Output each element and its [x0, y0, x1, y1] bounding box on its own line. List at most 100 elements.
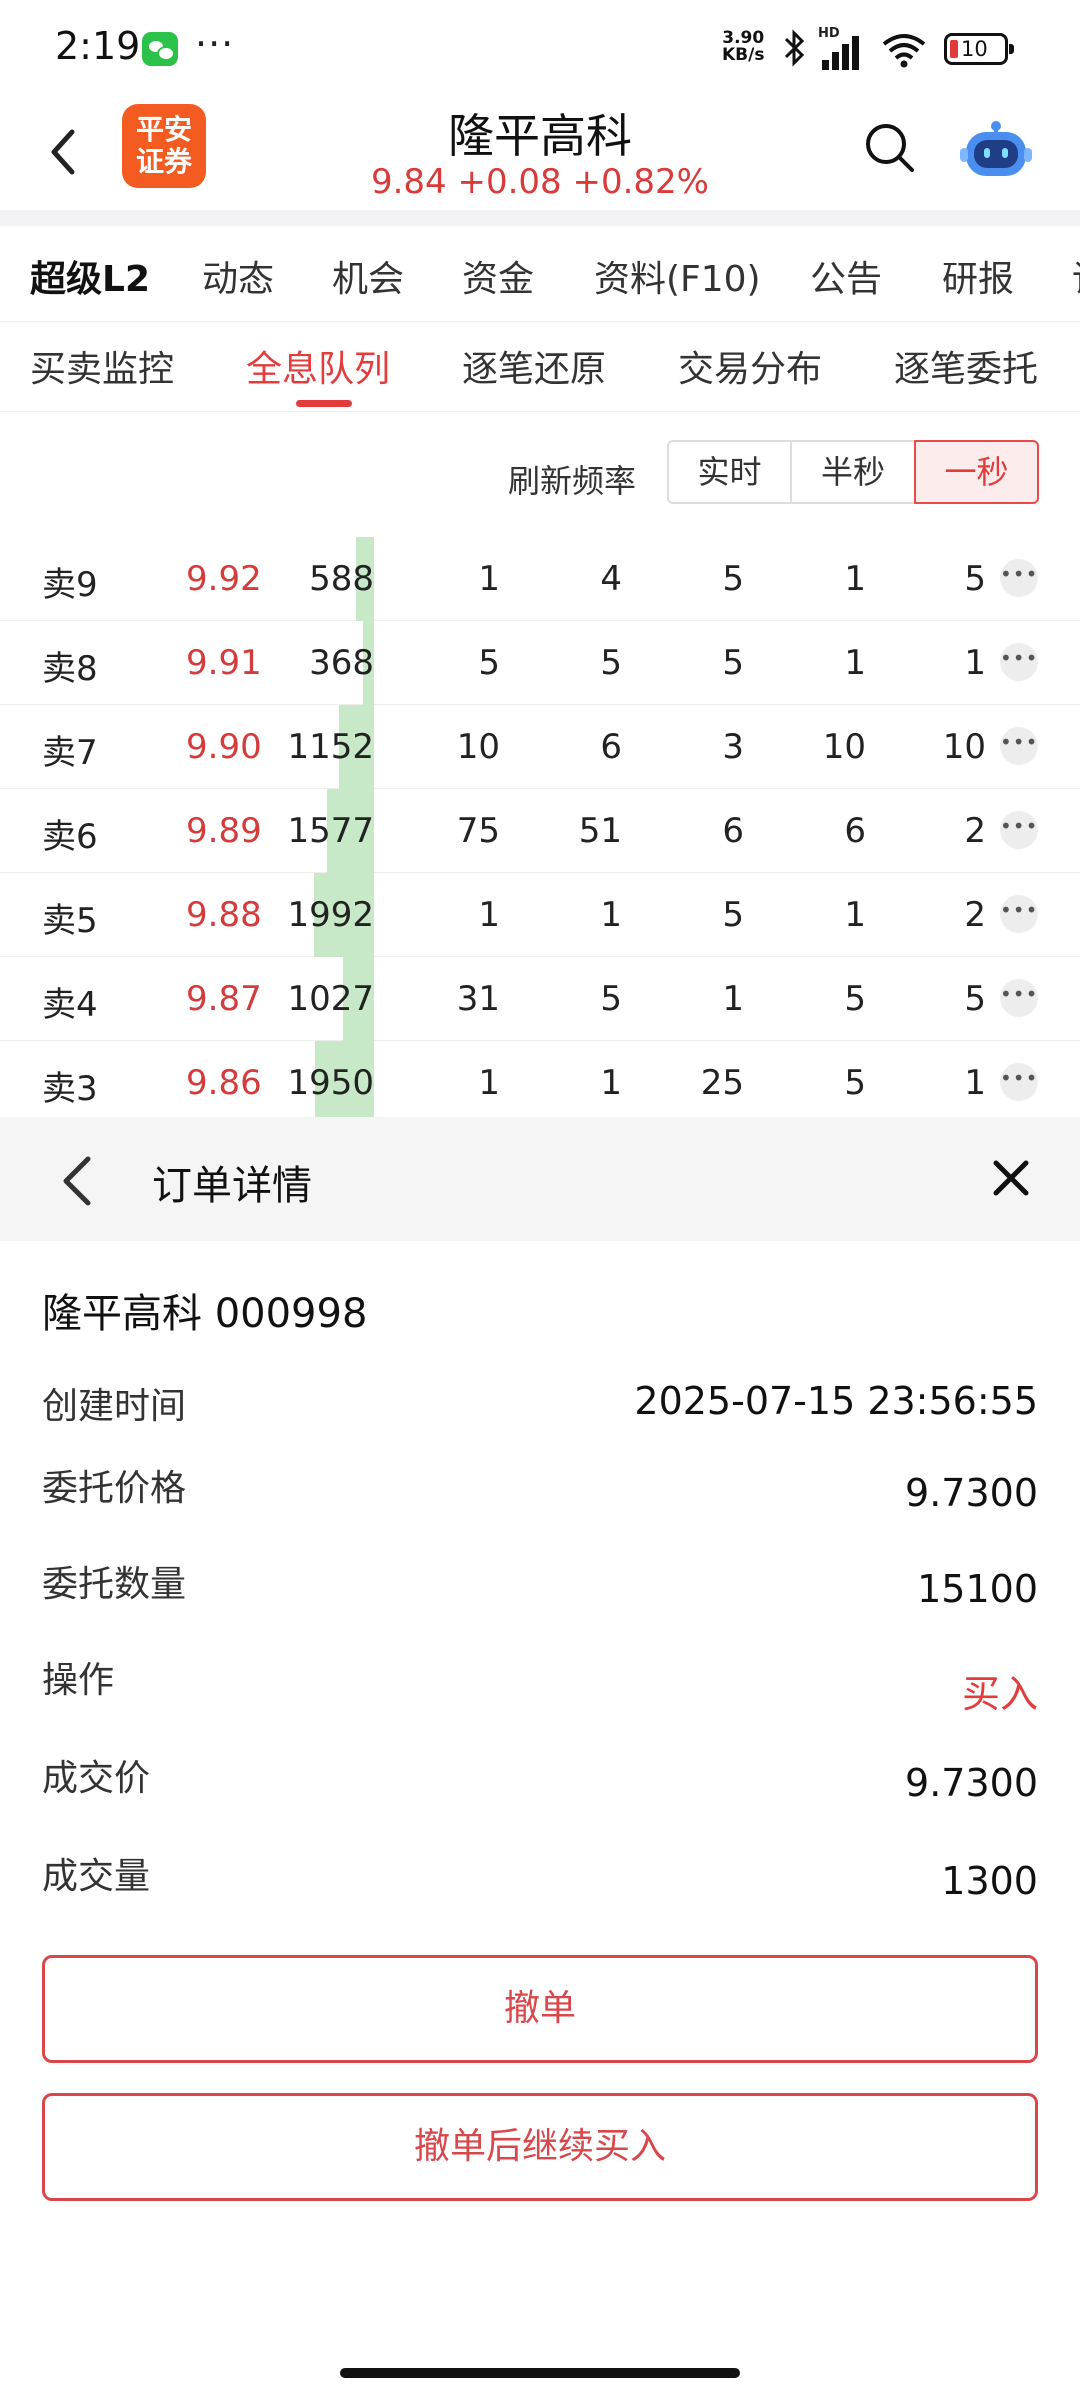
tab-f10[interactable]: 资料(F10) — [594, 250, 761, 302]
more-options-icon[interactable]: ••• — [1000, 643, 1038, 681]
level-price: 9.87 — [186, 979, 262, 1019]
main-tabs: 超级L2 动态 机会 资金 资料(F10) 公告 研报 讨 — [0, 226, 1080, 322]
queue-order-size[interactable]: 5 — [786, 1063, 866, 1103]
queue-order-size[interactable]: 10 — [786, 727, 866, 767]
order-book-row[interactable]: 卖7 9.90 1152 10 6 3 10 10 ••• — [0, 705, 1080, 789]
tab-news[interactable]: 动态 — [202, 250, 274, 302]
ai-assistant-button[interactable] — [960, 114, 1032, 184]
created-time-value: 2025-07-15 23:56:55 — [634, 1379, 1038, 1423]
tab-research[interactable]: 研报 — [942, 250, 1014, 302]
broker-logo-line2: 证券 — [135, 145, 192, 178]
tab-opportunity[interactable]: 机会 — [332, 250, 404, 302]
close-button[interactable] — [990, 1157, 1032, 1199]
queue-order-size[interactable]: 1 — [786, 643, 866, 683]
order-book-row[interactable]: 卖9 9.92 588 1 4 5 1 5 ••• — [0, 537, 1080, 621]
level-volume: 588 — [309, 559, 374, 599]
level-label: 卖6 — [42, 817, 98, 857]
signal-icon — [820, 30, 868, 70]
queue-order-size[interactable]: 10 — [906, 727, 986, 767]
level-price: 9.90 — [186, 727, 262, 767]
queue-order-size[interactable]: 1 — [420, 1063, 500, 1103]
search-icon — [866, 124, 914, 172]
queue-order-size[interactable]: 1 — [906, 643, 986, 683]
order-price-value: 9.7300 — [905, 1471, 1038, 1515]
broker-logo[interactable]: 平安 证券 — [122, 104, 206, 188]
queue-order-size[interactable]: 5 — [664, 559, 744, 599]
subtab-tick-replay[interactable]: 逐笔还原 — [462, 340, 606, 392]
subtab-trade-monitor[interactable]: 买卖监控 — [30, 340, 174, 392]
queue-order-size[interactable]: 10 — [420, 727, 500, 767]
queue-order-size[interactable]: 5 — [420, 643, 500, 683]
order-book-row[interactable]: 卖5 9.88 1992 1 1 5 1 2 ••• — [0, 873, 1080, 957]
refresh-option-half-second[interactable]: 半秒 — [790, 440, 916, 504]
more-options-icon[interactable]: ••• — [1000, 727, 1038, 765]
tab-discussion[interactable]: 讨 — [1072, 250, 1080, 302]
queue-order-size[interactable]: 4 — [542, 559, 622, 599]
order-book-row[interactable]: 卖8 9.91 368 5 5 5 1 1 ••• — [0, 621, 1080, 705]
order-book-row[interactable]: 卖4 9.87 1027 31 5 1 5 5 ••• — [0, 957, 1080, 1041]
queue-order-size[interactable]: 6 — [786, 811, 866, 851]
refresh-option-realtime[interactable]: 实时 — [667, 440, 792, 504]
queue-order-size[interactable]: 1 — [786, 559, 866, 599]
order-book: 卖9 9.92 588 1 4 5 1 5 ••• 卖8 9.91 368 5 5 5 1 1 ••• 卖7 9.90… — [0, 537, 1080, 1125]
queue-order-size[interactable]: 1 — [542, 1063, 622, 1103]
wifi-icon — [880, 30, 928, 70]
more-options-icon[interactable]: ••• — [1000, 1063, 1038, 1101]
queue-order-size[interactable]: 6 — [542, 727, 622, 767]
queue-order-size[interactable]: 5 — [542, 643, 622, 683]
more-options-icon[interactable]: ••• — [1000, 811, 1038, 849]
status-bar: 2:19 ··· 3.90 KB/s HD 10 — [0, 0, 1080, 100]
network-speed-unit: KB/s — [722, 45, 765, 65]
level-label: 卖4 — [42, 985, 98, 1025]
back-button[interactable] — [40, 122, 90, 182]
refresh-option-one-second[interactable]: 一秒 — [914, 440, 1039, 504]
stock-header: 平安 证券 隆平高科 9.84 +0.08 +0.82% — [0, 100, 1080, 210]
order-detail-header: 订单详情 — [0, 1117, 1080, 1241]
order-book-row[interactable]: 卖3 9.86 1950 1 1 25 5 1 ••• — [0, 1041, 1080, 1125]
queue-order-size[interactable]: 25 — [664, 1063, 744, 1103]
bluetooth-icon — [782, 28, 808, 77]
queue-order-size[interactable]: 2 — [906, 895, 986, 935]
queue-order-size[interactable]: 6 — [664, 811, 744, 851]
tab-announcements[interactable]: 公告 — [810, 250, 882, 302]
order-book-row[interactable]: 卖6 9.89 1577 75 51 6 6 2 ••• — [0, 789, 1080, 873]
level-volume: 368 — [309, 643, 374, 683]
cancel-and-buy-button[interactable]: 撤单后继续买入 — [42, 2093, 1038, 2201]
level-label: 卖7 — [42, 733, 98, 773]
queue-order-size[interactable]: 5 — [664, 643, 744, 683]
queue-order-size[interactable]: 1 — [906, 1063, 986, 1103]
queue-order-size[interactable]: 1 — [786, 895, 866, 935]
fill-price-label: 成交价 — [42, 1758, 151, 1799]
queue-order-size[interactable]: 5 — [664, 895, 744, 935]
queue-order-size[interactable]: 1 — [542, 895, 622, 935]
queue-order-size[interactable]: 3 — [664, 727, 744, 767]
queue-order-size[interactable]: 1 — [664, 979, 744, 1019]
queue-order-size[interactable]: 5 — [542, 979, 622, 1019]
more-options-icon[interactable]: ••• — [1000, 895, 1038, 933]
tab-funds[interactable]: 资金 — [462, 250, 534, 302]
home-indicator[interactable] — [340, 2368, 740, 2378]
subtab-full-queue[interactable]: 全息队列 — [246, 340, 390, 392]
level-volume: 1577 — [287, 811, 374, 851]
queue-order-size[interactable]: 5 — [786, 979, 866, 1019]
subtab-tick-orders[interactable]: 逐笔委托 — [894, 340, 1038, 392]
queue-order-size[interactable]: 5 — [906, 559, 986, 599]
order-detail-panel: 订单详情 隆平高科 000998 创建时间 2025-07-15 23:56:5… — [0, 1117, 1080, 2400]
queue-order-size[interactable]: 5 — [906, 979, 986, 1019]
level-volume: 1152 — [287, 727, 374, 767]
queue-order-size[interactable]: 2 — [906, 811, 986, 851]
cancel-order-button[interactable]: 撤单 — [42, 1955, 1038, 2063]
queue-order-size[interactable]: 31 — [420, 979, 500, 1019]
created-time-label: 创建时间 — [42, 1386, 187, 1427]
tab-super-l2[interactable]: 超级L2 — [30, 250, 150, 302]
status-time: 2:19 — [55, 24, 141, 68]
search-button[interactable] — [862, 120, 918, 176]
queue-order-size[interactable]: 75 — [420, 811, 500, 851]
queue-order-size[interactable]: 1 — [420, 895, 500, 935]
more-options-icon[interactable]: ••• — [1000, 979, 1038, 1017]
queue-order-size[interactable]: 51 — [542, 811, 622, 851]
order-detail-back-button[interactable] — [58, 1153, 98, 1209]
more-options-icon[interactable]: ••• — [1000, 559, 1038, 597]
queue-order-size[interactable]: 1 — [420, 559, 500, 599]
subtab-trade-distribution[interactable]: 交易分布 — [678, 340, 822, 392]
